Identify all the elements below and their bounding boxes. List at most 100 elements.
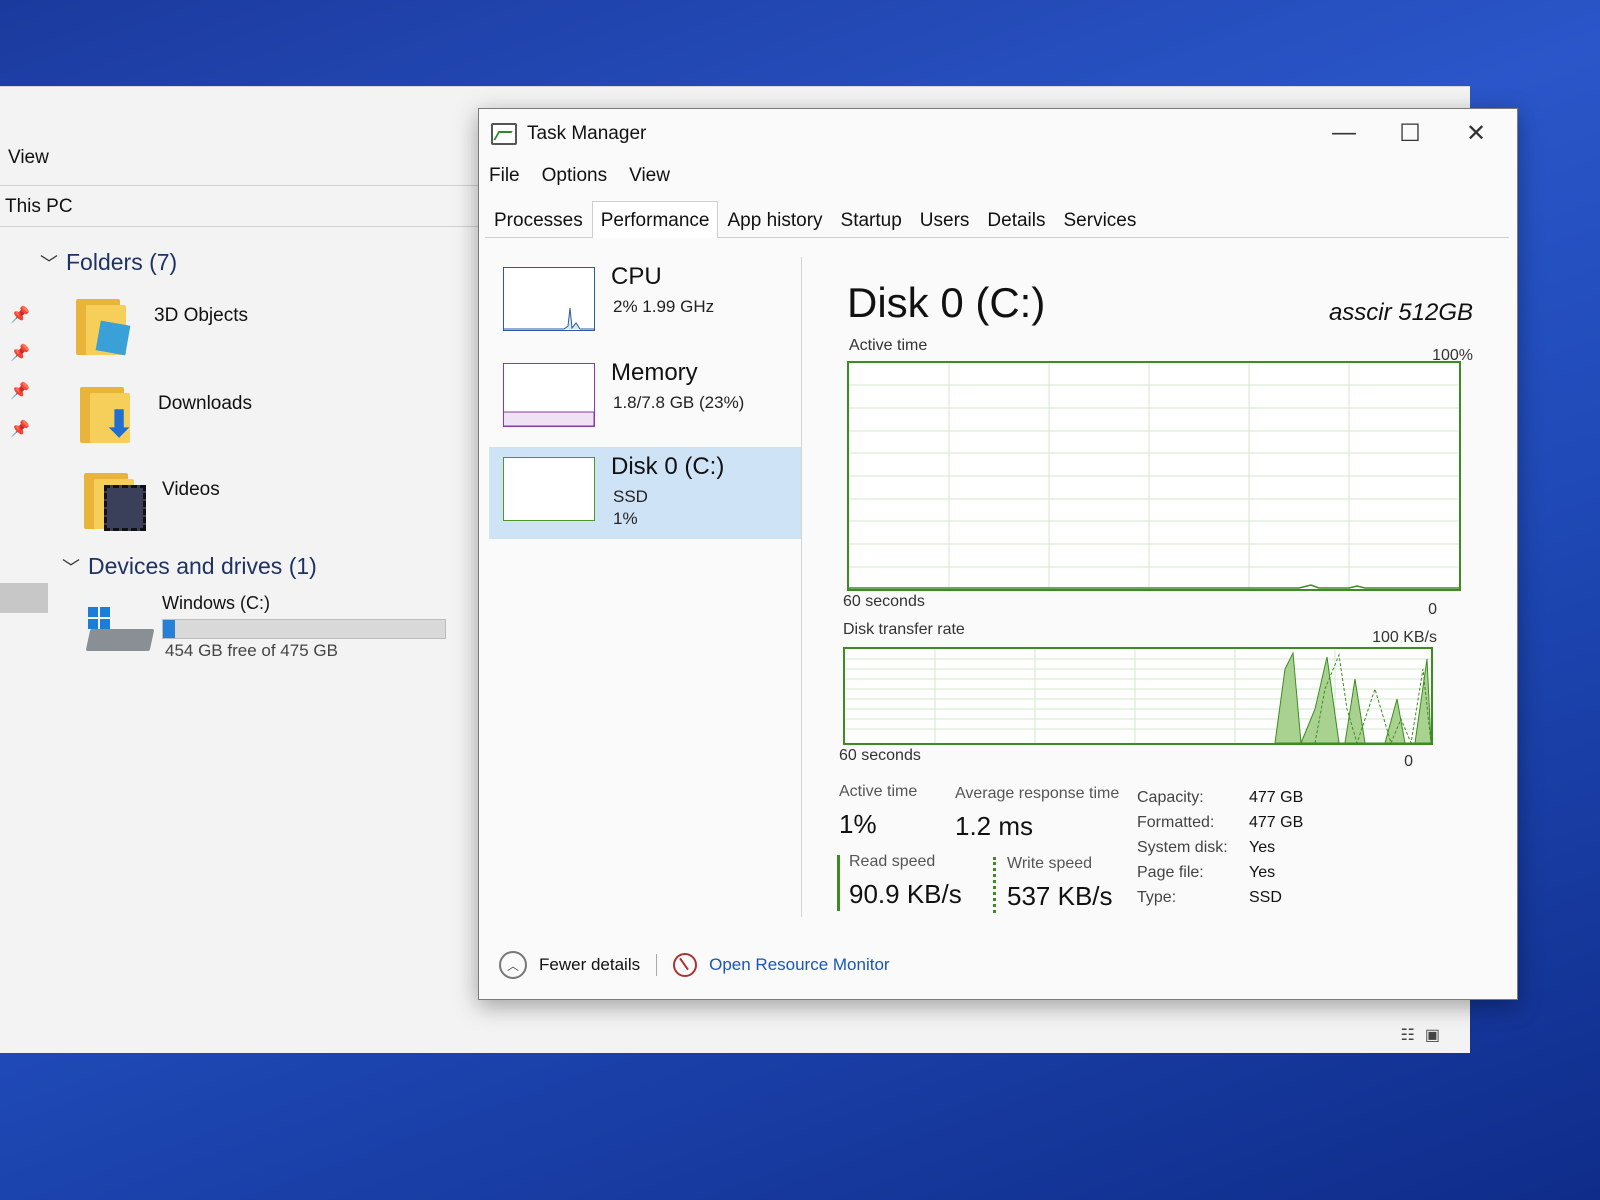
- folders-group-header[interactable]: ﹀ Folders (7): [40, 249, 177, 276]
- devices-group-label: Devices and drives (1): [88, 553, 317, 579]
- menu-bar: File Options View: [489, 165, 670, 187]
- chevron-down-icon: ﹀: [40, 253, 58, 274]
- transfer-rate-min: 0: [1404, 753, 1413, 770]
- avg-response-value: 1.2 ms: [955, 811, 1034, 841]
- folder-item-downloads[interactable]: ⬇ Downloads: [80, 381, 252, 445]
- property-key: Page file:: [1137, 864, 1204, 881]
- read-speed-value: 90.9 KB/s: [849, 879, 962, 909]
- minimize-icon[interactable]: —: [1321, 119, 1367, 147]
- tab-services[interactable]: Services: [1055, 201, 1146, 237]
- sidebar-label: Memory: [611, 359, 698, 386]
- menu-view[interactable]: View: [629, 165, 670, 187]
- windows-logo-icon: [88, 607, 110, 629]
- sidebar-item-memory[interactable]: Memory 1.8/7.8 GB (23%): [489, 353, 801, 445]
- disk-model: asscir 512GB: [1328, 299, 1473, 326]
- write-speed-value: 537 KB/s: [1007, 881, 1113, 911]
- performance-sidebar: CPU 2% 1.99 GHz Memory 1.8/7.8 GB (23%) …: [489, 257, 802, 917]
- tab-users[interactable]: Users: [911, 201, 979, 237]
- resource-monitor-icon[interactable]: [673, 953, 698, 977]
- pin-icon[interactable]: 📌: [10, 305, 30, 325]
- sidebar-sub: 2% 1.99 GHz: [613, 297, 715, 316]
- tab-processes[interactable]: Processes: [485, 201, 592, 237]
- pin-icon[interactable]: 📌: [10, 381, 30, 401]
- explorer-view-menu[interactable]: View: [8, 147, 49, 169]
- menu-file[interactable]: File: [489, 165, 520, 187]
- open-resource-monitor-link[interactable]: Open Resource Monitor: [709, 955, 889, 975]
- property-key: System disk:: [1137, 839, 1228, 856]
- property-row: Capacity: 477 GB: [1137, 785, 1303, 810]
- tab-details[interactable]: Details: [978, 201, 1054, 237]
- sidebar-item-disk[interactable]: Disk 0 (C:) SSD 1%: [489, 447, 801, 539]
- details-view-icon[interactable]: ☷: [1401, 1025, 1415, 1045]
- folder-item-3d-objects[interactable]: 3D Objects: [76, 293, 248, 357]
- folders-group-label: Folders (7): [66, 249, 178, 275]
- fewer-details-link[interactable]: Fewer details: [539, 955, 640, 975]
- property-row: Page file: Yes: [1137, 860, 1303, 885]
- devices-group-header[interactable]: ﹀ Devices and drives (1): [62, 553, 317, 580]
- active-time-stat-label: Active time: [839, 783, 918, 800]
- footer-divider: [656, 954, 658, 976]
- sidebar-label: Disk 0 (C:): [611, 453, 725, 480]
- drive-name[interactable]: Windows (C:): [162, 593, 270, 614]
- folder-label: Videos: [162, 479, 220, 500]
- pin-icon[interactable]: 📌: [10, 343, 30, 363]
- drive-free-text: 454 GB free of 475 GB: [165, 641, 338, 660]
- folder-item-videos[interactable]: Videos: [84, 467, 220, 531]
- large-icons-view-icon[interactable]: ▣: [1425, 1025, 1440, 1045]
- chevron-down-icon: ﹀: [62, 557, 80, 578]
- window-title: Task Manager: [527, 123, 647, 144]
- downloads-folder-icon: ⬇: [80, 381, 138, 445]
- property-key: Formatted:: [1137, 814, 1215, 831]
- write-speed-label: Write speed: [1007, 855, 1093, 872]
- property-value: 477 GB: [1249, 814, 1304, 831]
- tab-strip: Processes Performance App history Startu…: [485, 201, 1509, 238]
- sidebar-sub: 1%: [613, 509, 638, 528]
- task-manager-app-icon: [491, 123, 517, 145]
- cpu-mini-graph: [503, 267, 595, 331]
- transfer-rate-graph: [843, 647, 1433, 745]
- nav-selection-highlight: [0, 583, 48, 613]
- folder-label: Downloads: [158, 393, 252, 414]
- chevron-up-icon[interactable]: ︿: [499, 951, 527, 979]
- property-row: Type: SSD: [1137, 885, 1303, 910]
- tab-performance[interactable]: Performance: [591, 201, 719, 238]
- transfer-rate-x-label: 60 seconds: [839, 747, 921, 764]
- active-time-min: 0: [1428, 601, 1437, 618]
- property-row: System disk: Yes: [1137, 835, 1303, 860]
- disk-title: Disk 0 (C:): [847, 279, 1046, 326]
- property-value: 477 GB: [1249, 789, 1304, 806]
- memory-mini-graph: [503, 363, 595, 427]
- 3d-objects-folder-icon: [76, 293, 134, 357]
- sidebar-item-cpu[interactable]: CPU 2% 1.99 GHz: [489, 257, 801, 349]
- transfer-rate-graph-max: 100 KB/s: [1372, 629, 1437, 646]
- maximize-icon[interactable]: ☐: [1387, 119, 1433, 148]
- property-row: Formatted: 477 GB: [1137, 810, 1303, 835]
- menu-options[interactable]: Options: [542, 165, 607, 187]
- sidebar-label: CPU: [611, 263, 662, 290]
- active-time-graph-label: Active time: [849, 337, 928, 354]
- close-icon[interactable]: ✕: [1453, 119, 1499, 148]
- tab-startup[interactable]: Startup: [832, 201, 911, 237]
- active-time-x-label: 60 seconds: [843, 593, 925, 610]
- read-speed-label: Read speed: [849, 853, 936, 870]
- sidebar-sub: 1.8/7.8 GB (23%): [613, 393, 745, 412]
- property-value: Yes: [1249, 864, 1276, 881]
- property-key: Type:: [1137, 889, 1177, 906]
- property-value: Yes: [1249, 839, 1276, 856]
- task-manager-window: Task Manager — ☐ ✕ File Options View Pro…: [478, 108, 1518, 1000]
- disk-mini-graph: [503, 457, 595, 521]
- disk-properties: Capacity: 477 GB Formatted: 477 GB System …: [1137, 785, 1303, 910]
- transfer-rate-graph-label: Disk transfer rate: [843, 621, 965, 638]
- sidebar-sub: SSD: [613, 487, 648, 506]
- title-bar[interactable]: Task Manager: [491, 123, 646, 145]
- read-speed-marker: [837, 855, 840, 911]
- property-key: Capacity:: [1137, 789, 1204, 806]
- videos-folder-icon: [84, 467, 146, 531]
- address-text: This PC: [5, 196, 73, 217]
- explorer-address-bar[interactable]: This PC: [0, 185, 488, 227]
- write-speed-marker: [993, 857, 996, 913]
- explorer-view-buttons: ☷ ▣: [1401, 1025, 1440, 1045]
- tab-app-history[interactable]: App history: [718, 201, 831, 237]
- footer-bar: ︿ Fewer details Open Resource Monitor: [499, 951, 890, 979]
- pin-icon[interactable]: 📌: [10, 419, 30, 439]
